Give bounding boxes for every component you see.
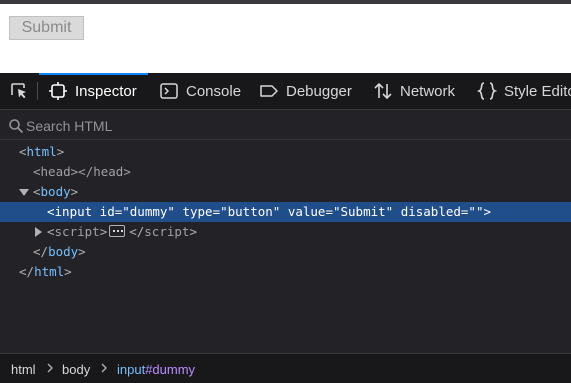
- tree-node-script[interactable]: <script> </script>: [0, 222, 571, 242]
- tag-script-open: script: [54, 224, 100, 239]
- chevron-right-icon: [101, 363, 107, 373]
- tree-node-head[interactable]: <head></head>: [0, 162, 571, 182]
- tag-html-open: html: [26, 144, 57, 159]
- tab-network-label: Network: [400, 82, 456, 100]
- tab-inspector-label: Inspector: [75, 82, 137, 100]
- debugger-icon: [258, 80, 280, 102]
- element-picker-icon: [10, 83, 26, 99]
- tag-body-open: body: [40, 184, 71, 199]
- tab-console[interactable]: Console: [150, 73, 241, 109]
- expand-toggle-script[interactable]: [35, 227, 42, 237]
- tab-style-editor-label: Style Editor: [504, 82, 571, 100]
- tree-node-body-close: </body>: [33, 244, 86, 259]
- devtools-toolbar: Inspector Console Debugger Network Style…: [0, 73, 571, 110]
- expand-toggle-body[interactable]: [19, 189, 29, 196]
- submit-button: Submit: [9, 16, 84, 40]
- tab-network[interactable]: Network: [364, 73, 455, 109]
- breadcrumb-item-input[interactable]: input#dummy: [117, 362, 195, 377]
- tree-node-input-selected[interactable]: <input id="dummy" type="button" value="S…: [0, 202, 571, 222]
- breadcrumb-input-tag: input: [117, 362, 146, 377]
- console-icon: [158, 80, 180, 102]
- chevron-right-icon: [47, 363, 53, 373]
- style-editor-icon: [476, 80, 498, 102]
- tab-style-editor[interactable]: Style Editor: [468, 73, 571, 109]
- breadcrumb: html body input#dummy: [0, 353, 571, 383]
- page-top-border: [0, 0, 571, 4]
- tab-console-label: Console: [186, 82, 242, 100]
- inspector-icon: [47, 80, 69, 102]
- search-icon: [9, 119, 24, 134]
- tag-html-close: html: [34, 264, 65, 279]
- toolbar-separator: [37, 82, 38, 100]
- tag-body-close: body: [48, 244, 79, 259]
- page-viewport: Submit: [0, 0, 571, 73]
- search-bar: [0, 110, 571, 140]
- tab-debugger[interactable]: Debugger: [250, 73, 352, 109]
- tree-node-html-close: </html>: [19, 264, 72, 279]
- breadcrumb-item-html[interactable]: html: [11, 362, 36, 377]
- tag-head: head: [40, 164, 71, 179]
- markup-tree: <html> <head></head> <body> <input id="d…: [0, 141, 571, 353]
- selected-node-markup: <input id="dummy" type="button" value="S…: [47, 204, 492, 219]
- network-icon: [372, 80, 394, 102]
- element-picker-button[interactable]: [0, 73, 37, 109]
- tree-node-body[interactable]: <body>: [0, 182, 571, 202]
- search-html-input[interactable]: [26, 116, 556, 136]
- collapsed-content-ellipsis-icon[interactable]: [109, 225, 126, 237]
- breadcrumb-input-id: #dummy: [145, 362, 196, 377]
- tab-inspector[interactable]: Inspector: [39, 73, 148, 109]
- breadcrumb-item-body[interactable]: body: [62, 362, 90, 377]
- tab-debugger-label: Debugger: [286, 82, 352, 100]
- tree-node-html[interactable]: <html>: [0, 142, 571, 162]
